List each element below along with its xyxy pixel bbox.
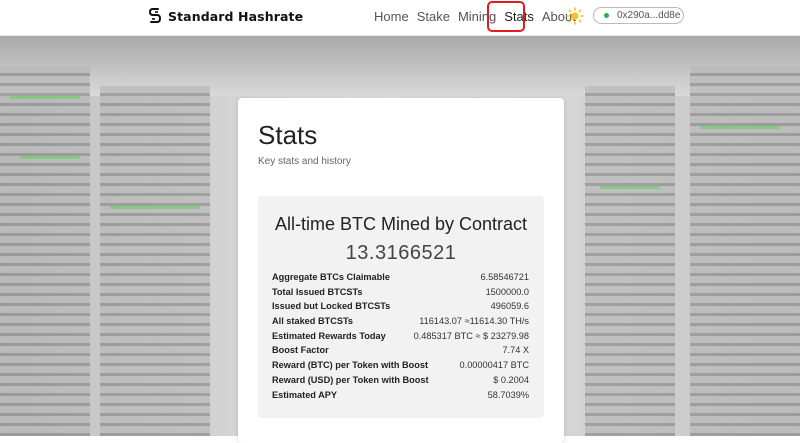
stat-row: All staked BTCSTs 116143.07 ≈11614.30 TH/…: [272, 316, 529, 331]
panel-title: All-time BTC Mined by Contract: [274, 214, 528, 234]
stat-row: Estimated Rewards Today 0.485317 BTC ≈ $ …: [272, 331, 529, 346]
stat-row: Reward (BTC) per Token with Boost 0.00000…: [272, 360, 529, 375]
stat-row: Aggregate BTCs Claimable 6.58546721: [272, 272, 529, 287]
stat-label: Aggregate BTCs Claimable: [272, 272, 390, 282]
stat-value: $ 0.2004: [493, 374, 529, 385]
stat-value: 0.485317 BTC ≈ $ 23279.98: [413, 330, 529, 341]
stat-label: Total Issued BTCSTs: [272, 286, 363, 297]
stat-label: Estimated APY: [272, 389, 338, 400]
stat-value: 58.7039%: [487, 389, 529, 400]
page-title: Stats: [258, 120, 318, 150]
nav-stake[interactable]: Stake: [417, 9, 450, 24]
stat-label: Reward (USD) per Token with Boost: [272, 374, 429, 385]
main-nav: Home Stake Mining Stats About: [374, 9, 584, 24]
btc-mined-value: 13.3166521: [345, 242, 457, 264]
stat-value: 0.00000417 BTC: [459, 360, 529, 371]
stats-list: Aggregate BTCs Claimable 6.58546721 Total…: [272, 272, 529, 404]
logo-mark-icon: [148, 8, 162, 23]
stat-label: Estimated Rewards Today: [272, 330, 386, 341]
stat-label: Boost Factor: [272, 345, 329, 356]
page-subtitle: Key stats and history: [258, 156, 351, 167]
stat-row: Total Issued BTCSTs 1500000.0: [272, 287, 529, 302]
stat-value: 1500000.0: [485, 286, 529, 297]
stat-label: Issued but Locked BTCSTs: [272, 301, 391, 312]
sun-icon[interactable]: [566, 7, 584, 25]
stat-row: Boost Factor 7.74 X: [272, 345, 529, 360]
stat-row: Issued but Locked BTCSTs 496059.6: [272, 301, 529, 316]
stats-card: Stats Key stats and history All-time BTC…: [238, 98, 564, 443]
brand-logo[interactable]: Standard Hashrate: [148, 7, 303, 25]
wallet-button[interactable]: 0x290a...dd8e: [593, 7, 684, 24]
top-nav-bar: Standard Hashrate Home Stake Mining Stat…: [0, 0, 800, 36]
stats-panel: All-time BTC Mined by Contract 13.316652…: [258, 196, 544, 418]
stat-label: Reward (BTC) per Token with Boost: [272, 360, 429, 371]
stat-value: 116143.07 ≈11614.30 TH/s: [419, 316, 529, 327]
stat-label: All staked BTCSTs: [272, 316, 354, 327]
nav-home[interactable]: Home: [374, 9, 409, 24]
stat-value: 7.74 X: [502, 345, 529, 356]
stat-value: 496059.6: [490, 301, 529, 312]
stat-row: Reward (USD) per Token with Boost $ 0.200…: [272, 375, 529, 390]
wallet-address: 0x290a...dd8e: [617, 10, 681, 21]
stats-highlight: [487, 1, 525, 32]
stat-value: 6.58546721: [480, 272, 529, 282]
brand-name: Standard Hashrate: [168, 8, 304, 24]
stat-row: Estimated APY 58.7039%: [272, 390, 529, 405]
connected-dot-icon: [604, 13, 609, 18]
